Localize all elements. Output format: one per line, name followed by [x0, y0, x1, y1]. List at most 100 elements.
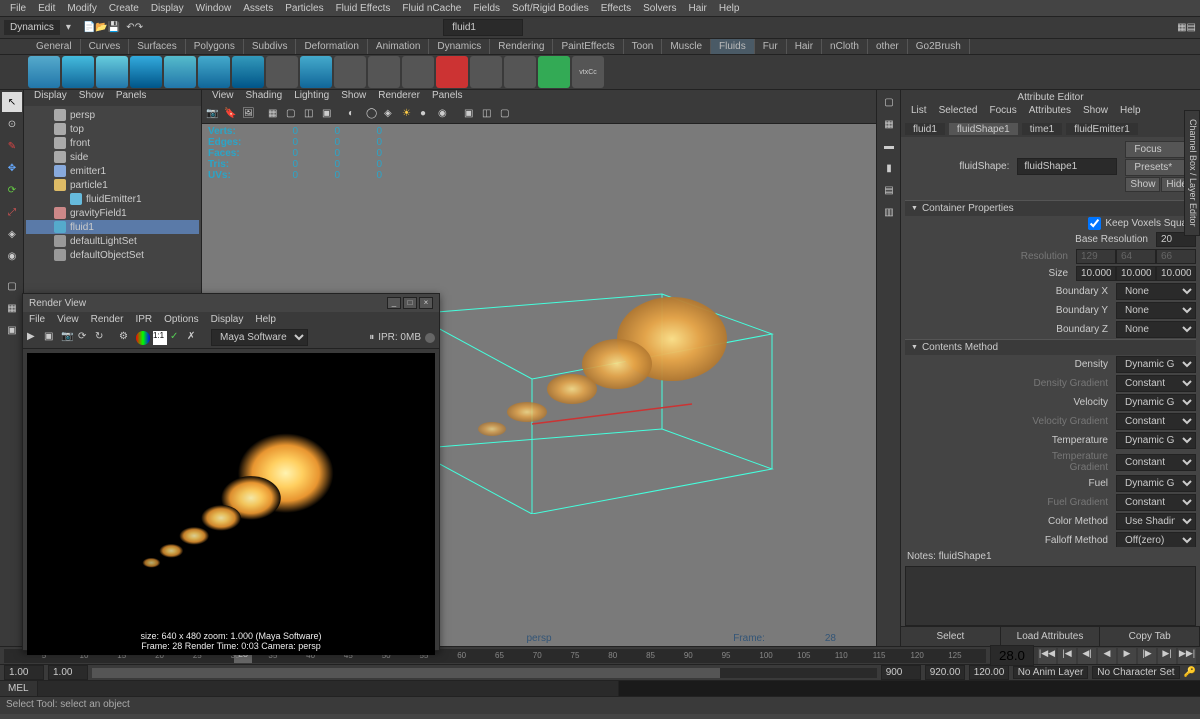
ae-show-button[interactable]: Show	[1125, 177, 1160, 192]
ae-menu-attributes[interactable]: Attributes	[1023, 105, 1077, 121]
shelf-tab-toon[interactable]: Toon	[624, 39, 663, 54]
menu-solvers[interactable]: Solvers	[637, 3, 682, 14]
outliner-item-fluidemitter1[interactable]: fluidEmitter1	[26, 192, 199, 206]
cmd-input[interactable]	[37, 681, 619, 696]
shelf-tab-hair[interactable]: Hair	[787, 39, 822, 54]
fluid-3d-icon[interactable]	[62, 56, 94, 88]
ae-velocity-gradient-select[interactable]: Constant	[1116, 413, 1196, 430]
rv-menu-render[interactable]: Render	[89, 314, 126, 325]
ae-presets-button[interactable]: Presets*	[1125, 159, 1192, 176]
outliner-item-front[interactable]: front	[26, 136, 199, 150]
ae-boundary-z-select[interactable]: None	[1116, 321, 1196, 338]
shelf-extra3-icon[interactable]	[368, 56, 400, 88]
shelf-tab-curves[interactable]: Curves	[81, 39, 130, 54]
tb-save-icon[interactable]: 💾	[108, 22, 120, 33]
select-tool-icon[interactable]: ↖	[2, 92, 22, 112]
ae-shape-field[interactable]	[1017, 158, 1117, 175]
ae-temperature-gradient-select[interactable]: Constant	[1116, 454, 1196, 471]
autokey-icon[interactable]: 🔑	[1184, 667, 1196, 678]
shelf-tab-other[interactable]: other	[868, 39, 908, 54]
shelf-red-icon[interactable]	[436, 56, 468, 88]
vp-gate-icon[interactable]: ▣	[322, 108, 336, 122]
vp-menu-panels[interactable]: Panels	[426, 90, 469, 106]
ae-size-field[interactable]	[1116, 266, 1156, 281]
menu-effects[interactable]: Effects	[595, 3, 637, 14]
menu-fluideffects[interactable]: Fluid Effects	[330, 3, 397, 14]
rotate-tool-icon[interactable]: ⟳	[2, 180, 22, 200]
outliner-item-gravityfield1[interactable]: gravityField1	[26, 206, 199, 220]
tb-open-icon[interactable]: 📂	[95, 22, 107, 33]
rv-snapshot-icon[interactable]: 📷	[61, 331, 75, 345]
shelf-play-icon[interactable]	[538, 56, 570, 88]
play-fwd-icon[interactable]: ▶	[1118, 648, 1136, 664]
step-fwd-icon[interactable]: |▶	[1138, 648, 1156, 664]
shelf-tab-painteffects[interactable]: PaintEffects	[553, 39, 623, 54]
menu-edit[interactable]: Edit	[32, 3, 61, 14]
paint-tool-icon[interactable]: ✎	[2, 136, 22, 156]
layout-persp-icon[interactable]: ▣	[2, 320, 22, 340]
ae-tab-fluid1[interactable]: fluid1	[905, 123, 945, 135]
ql-persp-icon[interactable]: ▢	[879, 92, 899, 112]
shelf-tab-animation[interactable]: Animation	[368, 39, 429, 54]
vp-xray-icon[interactable]: ◫	[482, 108, 496, 122]
ae-boundary-x-select[interactable]: None	[1116, 283, 1196, 300]
maximize-icon[interactable]: □	[403, 297, 417, 309]
lasso-tool-icon[interactable]: ⊙	[2, 114, 22, 134]
shelf-extra2-icon[interactable]	[334, 56, 366, 88]
menu-display[interactable]: Display	[145, 3, 190, 14]
fluid-2d-icon[interactable]	[28, 56, 60, 88]
channel-box-tab[interactable]: Channel Box / Layer Editor	[1184, 110, 1200, 236]
module-selector[interactable]: Dynamics	[4, 20, 60, 35]
layout2-icon[interactable]: ▤	[1187, 22, 1196, 33]
outliner-item-emitter1[interactable]: emitter1	[26, 164, 199, 178]
outliner-menu-display[interactable]: Display	[28, 90, 73, 106]
vp-menu-renderer[interactable]: Renderer	[372, 90, 426, 106]
ae-boundary-y-select[interactable]: None	[1116, 302, 1196, 319]
shelf-tab-subdivs[interactable]: Subdivs	[244, 39, 297, 54]
ae-resolution-field[interactable]	[1076, 249, 1116, 264]
vp-res-icon[interactable]: ◫	[304, 108, 318, 122]
vp-bookmark-icon[interactable]: 🔖	[224, 108, 238, 122]
ae-size-field[interactable]	[1076, 266, 1116, 281]
menu-assets[interactable]: Assets	[237, 3, 279, 14]
range-end-vis-field[interactable]	[881, 665, 921, 680]
close-icon[interactable]: ×	[419, 297, 433, 309]
forward-end-icon[interactable]: ▶▶|	[1178, 648, 1196, 664]
scale-tool-icon[interactable]: ⤢	[2, 202, 22, 222]
ae-select-button[interactable]: Select	[901, 627, 1001, 646]
ql-grid-icon[interactable]: ▦	[879, 114, 899, 134]
outliner-item-fluid1[interactable]: fluid1	[26, 220, 199, 234]
step-back-icon[interactable]: ◀|	[1078, 648, 1096, 664]
layout-single-icon[interactable]: ▢	[2, 276, 22, 296]
char-set-select[interactable]: No Character Set	[1092, 666, 1179, 679]
rewind-icon[interactable]: |◀◀	[1038, 648, 1056, 664]
shelf-tab-muscle[interactable]: Muscle	[662, 39, 711, 54]
vp-shade-icon[interactable]: ◐	[348, 108, 362, 122]
vp-menu-show[interactable]: Show	[335, 90, 372, 106]
vp-texture-icon[interactable]: ◈	[384, 108, 398, 122]
menu-help[interactable]: Help	[713, 3, 746, 14]
rv-1to1-icon[interactable]: 1:1	[153, 331, 167, 345]
outliner-menu-show[interactable]: Show	[73, 90, 110, 106]
menu-modify[interactable]: Modify	[61, 3, 102, 14]
ae-fuel-gradient-select[interactable]: Constant	[1116, 494, 1196, 511]
shelf-tab-fur[interactable]: Fur	[755, 39, 787, 54]
vp-light-icon[interactable]: ☀	[402, 108, 416, 122]
vp-menu-shading[interactable]: Shading	[240, 90, 289, 106]
ae-tab-fluidemitter1[interactable]: fluidEmitter1	[1066, 123, 1138, 135]
play-back-icon[interactable]: ◀	[1098, 648, 1116, 664]
tb-new-icon[interactable]: 📄	[83, 22, 95, 33]
shelf-tab-general[interactable]: General	[28, 39, 81, 54]
ql-2v-icon[interactable]: ▮	[879, 158, 899, 178]
rv-keep-icon[interactable]: ✓	[170, 331, 184, 345]
tb-redo-icon[interactable]: ↷	[135, 22, 143, 33]
shelf-tab-surfaces[interactable]: Surfaces	[129, 39, 185, 54]
ql-2h-icon[interactable]: ▬	[879, 136, 899, 156]
vp-wire-icon[interactable]: ◯	[366, 108, 380, 122]
vp-image-icon[interactable]: 🖼	[242, 108, 256, 122]
rv-menu-ipr[interactable]: IPR	[133, 314, 154, 325]
ae-notes-field[interactable]	[905, 566, 1196, 626]
fluid-container-icon[interactable]	[300, 56, 332, 88]
ae-section-container[interactable]: Container Properties	[905, 201, 1196, 216]
rv-menu-help[interactable]: Help	[253, 314, 278, 325]
